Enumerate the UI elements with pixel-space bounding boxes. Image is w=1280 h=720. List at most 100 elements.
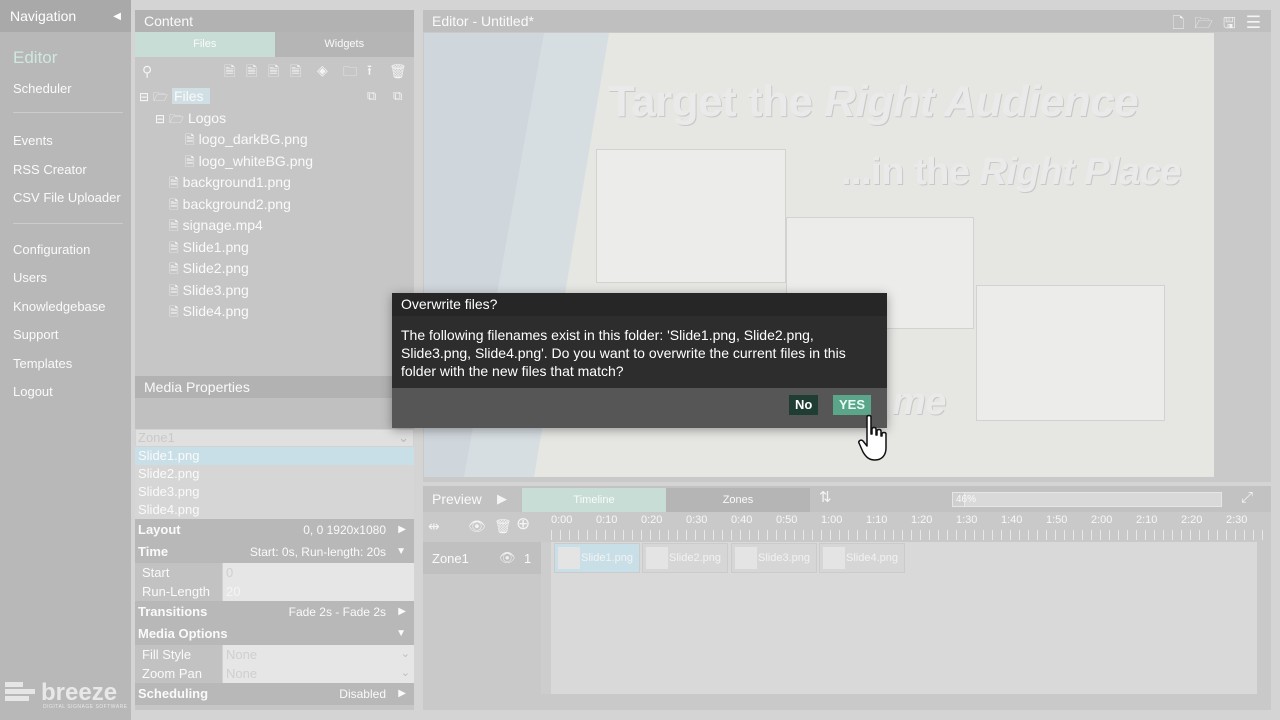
nav-item-events[interactable]: Events xyxy=(13,133,53,148)
collapse-all-icon[interactable]: ⧉ xyxy=(367,89,376,103)
ruler-tick-label: 2:10 xyxy=(1136,514,1158,526)
eye-icon[interactable]: 👁 xyxy=(499,550,516,566)
nav-item-csv-file-uploader[interactable]: CSV File Uploader xyxy=(13,190,121,205)
new-text-file-icon[interactable]: 🗎 xyxy=(246,64,257,78)
nav-item-scheduler[interactable]: Scheduler xyxy=(13,81,72,96)
list-item[interactable]: Slide4.png xyxy=(135,501,414,519)
tree-file[interactable]: 🗎 signage.mp4 xyxy=(169,216,263,235)
property-time[interactable]: Time Start: 0s, Run-length: 20s ▼ xyxy=(135,541,414,563)
menu-icon[interactable]: ☰ xyxy=(1246,13,1261,38)
nav-divider xyxy=(13,112,123,113)
fill-style-select[interactable]: None ⌄ xyxy=(222,645,414,664)
media-preview-area xyxy=(135,398,414,429)
nav-item-knowledgebase[interactable]: Knowledgebase xyxy=(13,299,106,314)
add-circle-icon[interactable]: ⊕ xyxy=(516,515,530,532)
search-icon[interactable]: ⚲ xyxy=(142,64,152,78)
new-file-icon[interactable]: 🗎 xyxy=(290,64,301,78)
trash-icon[interactable]: 🗑 xyxy=(494,519,512,533)
start-input[interactable]: 0 xyxy=(222,563,414,582)
ruler-tick-label: 0:30 xyxy=(686,514,708,526)
tab-zones[interactable]: Zones xyxy=(666,488,810,512)
zoom-pan-select[interactable]: None ⌄ xyxy=(222,664,414,683)
ruler-tick-label: 0:50 xyxy=(776,514,798,526)
nav-item-configuration[interactable]: Configuration xyxy=(13,242,90,257)
nav-item-users[interactable]: Users xyxy=(13,270,47,285)
save-icon[interactable]: 🖫 xyxy=(1223,13,1236,38)
tree-file[interactable]: 🗎 background2.png xyxy=(169,195,291,214)
nav-item-support[interactable]: Support xyxy=(13,327,59,342)
tree-file[interactable]: 🗎 logo_whiteBG.png xyxy=(185,152,313,171)
tab-files[interactable]: Files xyxy=(135,32,275,57)
tree-file[interactable]: 🗎 logo_darkBG.png xyxy=(185,130,308,149)
tree-folder-logos[interactable]: ⊟ 🗁 Logos xyxy=(155,109,226,128)
navigation-title: Navigation xyxy=(10,8,77,24)
list-item[interactable]: Slide3.png xyxy=(135,483,414,501)
canvas-image-elevator-3 xyxy=(976,285,1165,421)
content-tabs: Files Widgets xyxy=(135,32,414,57)
ruler-tick-label: 1:00 xyxy=(821,514,843,526)
tab-widgets[interactable]: Widgets xyxy=(274,32,414,57)
nav-item-logout[interactable]: Logout xyxy=(13,384,53,399)
file-icon: 🗎 xyxy=(169,262,179,276)
list-item[interactable]: Slide1.png xyxy=(135,447,414,465)
timeline-zone-row[interactable]: Zone1 👁 1 xyxy=(423,542,541,574)
timeline-drag-handle[interactable] xyxy=(541,542,551,694)
collapse-box-icon[interactable]: ⊟ xyxy=(155,112,165,126)
tree-file[interactable]: 🗎 Slide2.png xyxy=(169,259,249,278)
timeline-track: Slide1.png Slide2.png Slide3.png Slide4.… xyxy=(551,542,1257,694)
property-media-options[interactable]: Media Options ▼ xyxy=(135,623,414,645)
timeline-clip[interactable]: Slide3.png xyxy=(731,543,817,573)
yes-button[interactable]: YES xyxy=(833,395,872,415)
timeline-clip[interactable]: Slide2.png xyxy=(642,543,728,573)
ruler-tick-label: 2:00 xyxy=(1091,514,1113,526)
sort-arrows-icon[interactable]: ⇅ xyxy=(819,490,832,505)
field-zoom-pan: Zoom Pan None ⌄ xyxy=(135,664,414,683)
no-button[interactable]: No xyxy=(789,395,819,415)
canvas-image-elevator-1 xyxy=(596,149,786,283)
expand-all-icon[interactable]: ⧉ xyxy=(393,89,402,103)
timeline-zoom-slider[interactable]: 46% xyxy=(952,492,1222,507)
clip-thumbnail xyxy=(558,547,580,569)
tree-file[interactable]: 🗎 Slide4.png xyxy=(169,302,249,321)
trash-icon[interactable]: 🗑 xyxy=(389,64,407,78)
zone-select[interactable]: Zone1 ⌄ xyxy=(135,429,414,447)
timeline-ruler: 0:00 0:10 0:20 0:30 0:40 0:50 1:00 1:10 1:20 1:30… xyxy=(551,514,1271,542)
new-image-file-icon[interactable]: 🗎 xyxy=(224,64,235,78)
fit-width-icon[interactable]: ⇹ xyxy=(428,519,440,533)
media-properties-title: Media Properties xyxy=(135,376,414,398)
eye-icon[interactable]: 👁 xyxy=(468,519,486,533)
file-icon: 🗎 xyxy=(169,241,179,255)
timeline-clip[interactable]: Slide4.png xyxy=(819,543,905,573)
new-pdf-file-icon[interactable]: 🗎 xyxy=(268,64,279,78)
field-start: Start 0 xyxy=(135,563,414,582)
file-icon: 🗎 xyxy=(169,284,179,298)
timeline-clip[interactable]: Slide1.png xyxy=(554,543,640,573)
fullscreen-icon[interactable]: ⤢ xyxy=(1241,490,1253,505)
nav-item-editor[interactable]: Editor xyxy=(13,48,57,68)
upload-icon[interactable]: ⭱ xyxy=(367,63,372,77)
property-scheduling[interactable]: Scheduling Disabled ▶ xyxy=(135,683,414,705)
logo-tagline: DIGITAL SIGNAGE SOFTWARE xyxy=(43,704,128,710)
preview-title: Preview xyxy=(432,491,482,507)
tree-file[interactable]: 🗎 background1.png xyxy=(169,173,291,192)
run-length-input[interactable]: 20 xyxy=(222,582,414,601)
preview-panel: Preview ▶ Timeline Zones ⇅ 46% ⤢ ⇹ 👁 🗑 ⊕… xyxy=(423,486,1271,710)
collapse-left-icon[interactable]: ◀ xyxy=(113,11,121,22)
tab-timeline[interactable]: Timeline xyxy=(522,488,666,512)
tree-root-files[interactable]: ⊟ 🗁 Files xyxy=(139,87,210,106)
nav-item-rss-creator[interactable]: RSS Creator xyxy=(13,162,87,177)
tree-file[interactable]: 🗎 Slide1.png xyxy=(169,238,249,257)
chevron-right-icon: ▶ xyxy=(398,524,406,535)
collapse-box-icon[interactable]: ⊟ xyxy=(139,90,149,104)
editor-title: Editor - Untitled* xyxy=(423,10,1271,32)
property-transitions[interactable]: Transitions Fade 2s - Fade 2s ▶ xyxy=(135,601,414,623)
nav-item-templates[interactable]: Templates xyxy=(13,356,72,371)
dialog-title: Overwrite files? xyxy=(392,293,887,316)
chevron-right-icon: ▶ xyxy=(398,606,406,617)
list-item[interactable]: Slide2.png xyxy=(135,465,414,483)
layers-icon[interactable]: ◈ xyxy=(317,63,328,77)
new-folder-icon[interactable]: 🗀 xyxy=(343,64,357,78)
play-icon[interactable]: ▶ xyxy=(497,492,507,506)
tree-file[interactable]: 🗎 Slide3.png xyxy=(169,281,249,300)
property-layout[interactable]: Layout 0, 0 1920x1080 ▶ xyxy=(135,519,414,541)
